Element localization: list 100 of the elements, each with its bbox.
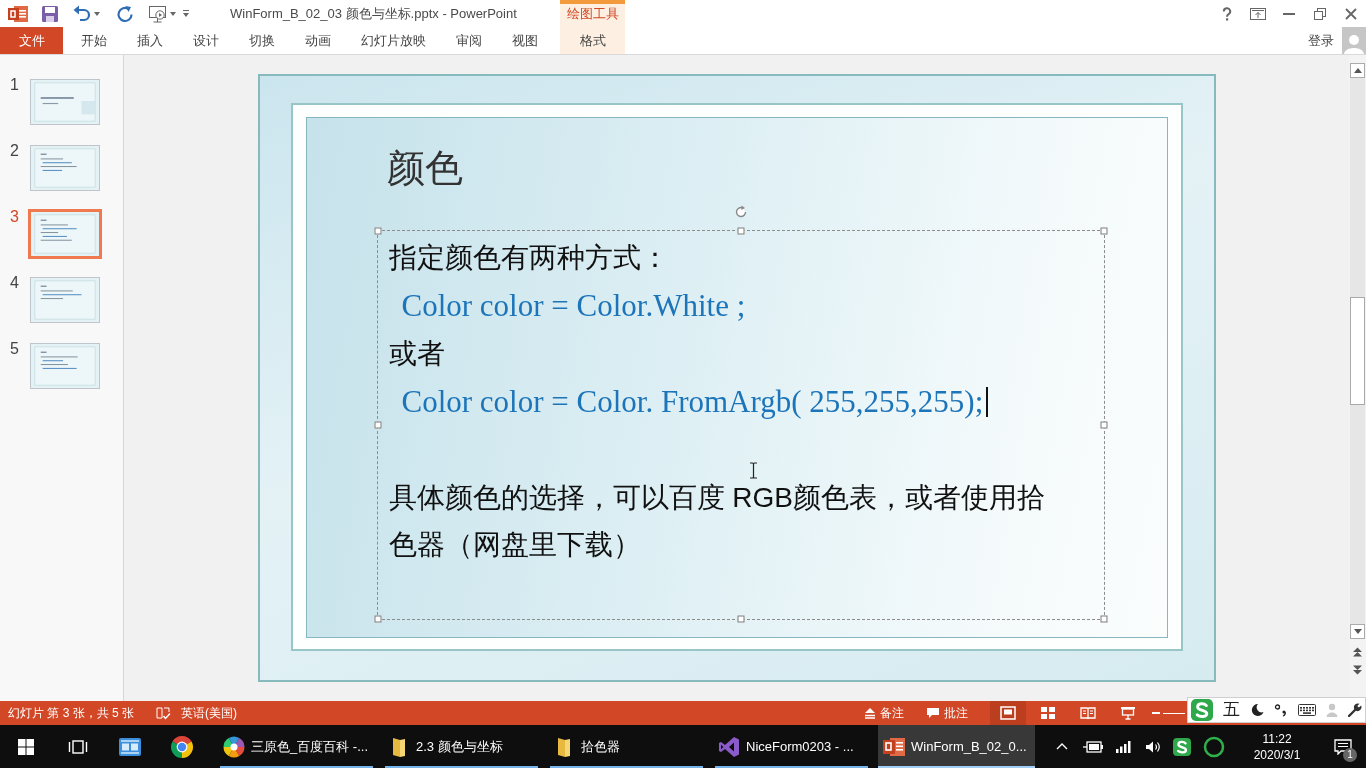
help-icon: [1221, 6, 1232, 21]
slideshow-view-icon: [1120, 706, 1136, 720]
comment-icon: [926, 707, 940, 719]
ribbon-tab[interactable]: 开始: [66, 27, 122, 54]
input-method-logo-icon: [1173, 737, 1191, 756]
slideshow-start-icon: [148, 4, 168, 23]
slide-number: 1: [10, 77, 20, 93]
repeat-icon: [116, 4, 134, 23]
body-text: 或者: [388, 337, 446, 371]
slide-thumbnail[interactable]: [30, 277, 100, 323]
resize-handle[interactable]: [1100, 615, 1107, 623]
ribbon-tab[interactable]: 插入: [122, 27, 178, 54]
slide-sorter-icon: [1040, 706, 1056, 720]
comments-button[interactable]: 批注: [918, 701, 976, 725]
slide-title: 颜色: [386, 146, 463, 191]
resize-handle[interactable]: [737, 615, 744, 623]
ribbon-tab[interactable]: 动画: [290, 27, 346, 54]
ribbon-display-icon: [1249, 7, 1266, 20]
file-tab[interactable]: 文件: [0, 27, 63, 54]
ribbon-tab[interactable]: 切换: [234, 27, 290, 54]
windows-start-icon: [18, 738, 34, 755]
close-icon: [1344, 7, 1357, 20]
ribbon-tab[interactable]: 设计: [178, 27, 234, 54]
resize-handle[interactable]: [1100, 227, 1107, 235]
caret-icon: [170, 11, 176, 16]
reading-view-icon: [1080, 706, 1096, 720]
taskbar-app-button[interactable]: 拾色器: [548, 725, 705, 768]
view-button[interactable]: [990, 701, 1026, 725]
scroll-up-button[interactable]: [1350, 63, 1365, 78]
taskbar-clock[interactable]: 11:22 2020/3/1: [1242, 725, 1312, 768]
caret-icon: [94, 11, 100, 16]
sign-in-button[interactable]: 登录: [1300, 27, 1342, 54]
punctuation-icon: [1274, 703, 1288, 717]
slide-number: 5: [10, 341, 20, 357]
resize-handle[interactable]: [737, 227, 744, 235]
slide-number: 2: [10, 143, 20, 159]
undo-icon: [72, 4, 92, 23]
notification-button[interactable]: 1: [1328, 725, 1358, 768]
notification-count: 1: [1343, 748, 1357, 762]
scroll-up-icon: [1353, 68, 1362, 73]
slide-thumbnail[interactable]: [28, 209, 102, 259]
body-text: 指定颜色有两种方式：: [388, 241, 670, 275]
ribbon-tab[interactable]: 视图: [497, 27, 553, 54]
powerpoint-logo-icon: [8, 3, 28, 24]
ring-icon: [1203, 735, 1225, 758]
resize-handle[interactable]: [374, 615, 381, 623]
resize-handle[interactable]: [374, 227, 381, 235]
resize-handle[interactable]: [1100, 421, 1107, 429]
next-slide-icon: [1353, 665, 1362, 675]
save-icon: [41, 4, 59, 23]
slide-thumbnail[interactable]: [30, 343, 100, 389]
ribbon-tab[interactable]: 审阅: [441, 27, 497, 54]
ribbon-tab[interactable]: 格式: [560, 27, 625, 54]
user-icon: [1326, 703, 1338, 717]
keyboard-icon: [1298, 704, 1316, 716]
slide-preview-drawing: [31, 278, 99, 322]
wrench-icon: [1348, 703, 1362, 717]
i-beam-pointer-icon: [748, 462, 758, 479]
notes-button[interactable]: 备注: [856, 701, 912, 725]
customize-icon: [182, 9, 190, 18]
resize-handle[interactable]: [374, 421, 381, 429]
slide-number: 3: [10, 209, 20, 225]
minimize-icon: [1282, 12, 1295, 15]
slide-preview-drawing: [31, 146, 99, 190]
task-view-icon: [68, 738, 88, 755]
language-text: 英语(美国): [181, 704, 238, 722]
scroll-down-icon: [1353, 629, 1362, 634]
spell-check-icon: [156, 706, 172, 720]
chrome-icon: [170, 734, 194, 759]
slide-thumbnail[interactable]: [30, 79, 100, 125]
code-text: Color color = Color.White ;: [401, 287, 746, 324]
film-icon: [118, 735, 142, 758]
network-icon: [1115, 739, 1133, 754]
moon-icon: [1250, 703, 1264, 717]
slide-preview-drawing: [31, 212, 99, 256]
taskbar-app-button[interactable]: NiceForm0203 - ...: [713, 725, 870, 768]
slide-preview-drawing: [31, 344, 99, 388]
scrollbar-thumb[interactable]: [1350, 297, 1365, 405]
battery-icon: [1083, 740, 1103, 753]
ribbon-tab[interactable]: 幻灯片放映: [346, 27, 441, 54]
taskbar-app-button[interactable]: 2.3 颜色与坐标: [383, 725, 540, 768]
window-title: WinForm_B_02_03 颜色与坐标.pptx - PowerPoint: [230, 4, 517, 23]
taskbar-app-button[interactable]: 三原色_百度百科 -...: [218, 725, 375, 768]
scroll-down-button[interactable]: [1350, 624, 1365, 639]
slide-preview-drawing: [31, 80, 99, 124]
powerpoint-icon: [883, 735, 905, 758]
previous-slide-icon: [1353, 647, 1362, 657]
volume-icon: [1145, 739, 1161, 754]
taskbar-app-button[interactable]: WinForm_B_02_0...: [878, 725, 1035, 768]
slide-thumbnail[interactable]: [30, 145, 100, 191]
rotate-handle[interactable]: [733, 205, 748, 219]
notes-icon: [864, 707, 876, 719]
chevron-up-icon: [1056, 743, 1068, 750]
slide-count-text: 幻灯片 第 3 张，共 5 张: [8, 704, 135, 722]
tool-group-label: 绘图工具: [560, 0, 625, 27]
input-mode-button[interactable]: 五: [1223, 700, 1240, 720]
normal-view-icon: [1000, 706, 1016, 720]
restore-icon: [1313, 7, 1326, 20]
code-text: Color color = Color. FromArgb( 255,255,255);: [401, 383, 984, 420]
color-wheel-icon: [223, 735, 245, 758]
